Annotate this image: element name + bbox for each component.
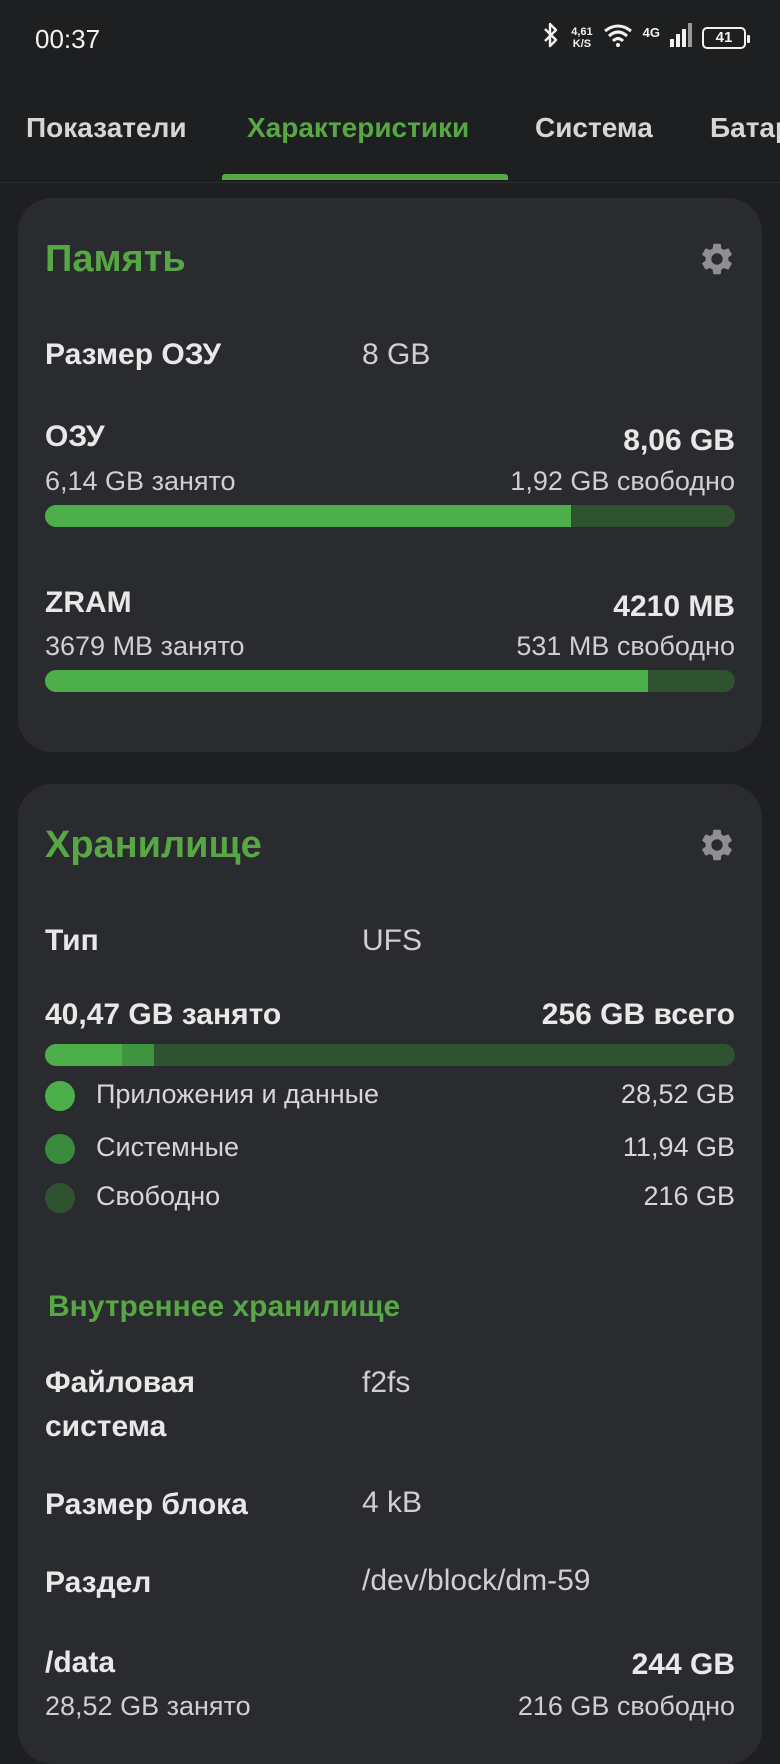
storage-usage-bar — [45, 1044, 735, 1066]
tab-specifications[interactable]: Характеристики — [247, 112, 469, 144]
ram-size-label: Размер ОЗУ — [45, 338, 222, 371]
apps-legend-label: Приложения и данные — [96, 1079, 380, 1109]
block-size-label: Размер блока — [45, 1488, 248, 1521]
zram-used: 3679 MB занято — [45, 631, 245, 661]
ram-usage-bar — [45, 505, 735, 527]
apps-legend-value: 28,52 GB — [620, 1079, 735, 1109]
data-partition-name: /data — [45, 1646, 116, 1679]
status-time: 00:37 — [35, 24, 101, 54]
storage-type-value: UFS — [362, 924, 422, 957]
zram-name: ZRAM — [45, 586, 132, 619]
internal-storage-heading: Внутреннее хранилище — [48, 1290, 401, 1323]
zram-usage-bar — [45, 670, 735, 692]
storage-used-label: 40,47 GB занято — [45, 998, 282, 1031]
free-legend-dot — [45, 1183, 75, 1213]
system-legend-dot — [45, 1134, 75, 1164]
tab-battery[interactable]: Батар — [710, 112, 780, 144]
wifi-icon — [603, 23, 633, 52]
signal-icon — [670, 23, 692, 52]
status-icons: 4,61 K/S 4G 41 — [541, 22, 750, 53]
gear-icon[interactable] — [698, 240, 736, 278]
system-legend-label: Системные — [96, 1132, 240, 1162]
partition-label: Раздел — [45, 1566, 152, 1599]
system-usage-fill — [121, 1044, 154, 1066]
network-speed: 4,61 K/S — [571, 25, 593, 50]
memory-title: Память — [45, 238, 186, 280]
block-size-value: 4 kB — [362, 1486, 423, 1519]
partition-value: /dev/block/dm-59 — [362, 1564, 591, 1597]
tab-bar: Показатели Характеристики Система Батар — [0, 92, 780, 183]
status-bar: 00:37 4,61 K/S 4G 41 — [0, 0, 780, 80]
ram-name: ОЗУ — [45, 420, 105, 453]
network-type: 4G — [642, 25, 660, 40]
storage-title: Хранилище — [45, 824, 262, 866]
storage-total-label: 256 GB всего — [541, 998, 735, 1031]
ram-used: 6,14 GB занято — [45, 466, 236, 496]
ram-free: 1,92 GB свободно — [510, 466, 735, 496]
filesystem-value: f2fs — [362, 1366, 411, 1399]
storage-card: Хранилище Тип UFS 40,47 GB занято 256 GB… — [18, 784, 762, 1764]
free-legend-value: 216 GB — [643, 1181, 735, 1211]
battery-icon: 41 — [702, 26, 750, 49]
ram-usage-fill — [45, 505, 571, 527]
system-legend-value: 11,94 GB — [622, 1132, 735, 1162]
data-partition-used: 28,52 GB занято — [45, 1691, 251, 1721]
zram-usage-fill — [45, 670, 649, 692]
tab-system[interactable]: Система — [535, 112, 653, 144]
zram-total: 4210 MB — [613, 590, 735, 623]
ram-size-value: 8 GB — [362, 338, 431, 371]
memory-card: Память Размер ОЗУ 8 GB ОЗУ 8,06 GB 6,14 … — [18, 198, 762, 752]
tab-indicators[interactable]: Показатели — [26, 112, 187, 144]
apps-legend-dot — [45, 1081, 75, 1111]
data-partition-total: 244 GB — [631, 1648, 735, 1681]
free-legend-label: Свободно — [96, 1181, 221, 1211]
filesystem-label-line1: Файловая — [45, 1366, 195, 1399]
gear-icon[interactable] — [698, 826, 736, 864]
zram-free: 531 MB свободно — [516, 631, 735, 661]
data-partition-free: 216 GB свободно — [517, 1691, 735, 1721]
apps-usage-fill — [45, 1044, 122, 1066]
filesystem-label-line2: система — [45, 1410, 167, 1443]
bluetooth-icon — [541, 22, 561, 53]
active-tab-indicator — [222, 174, 508, 180]
storage-type-label: Тип — [45, 924, 99, 957]
ram-total: 8,06 GB — [623, 424, 735, 457]
